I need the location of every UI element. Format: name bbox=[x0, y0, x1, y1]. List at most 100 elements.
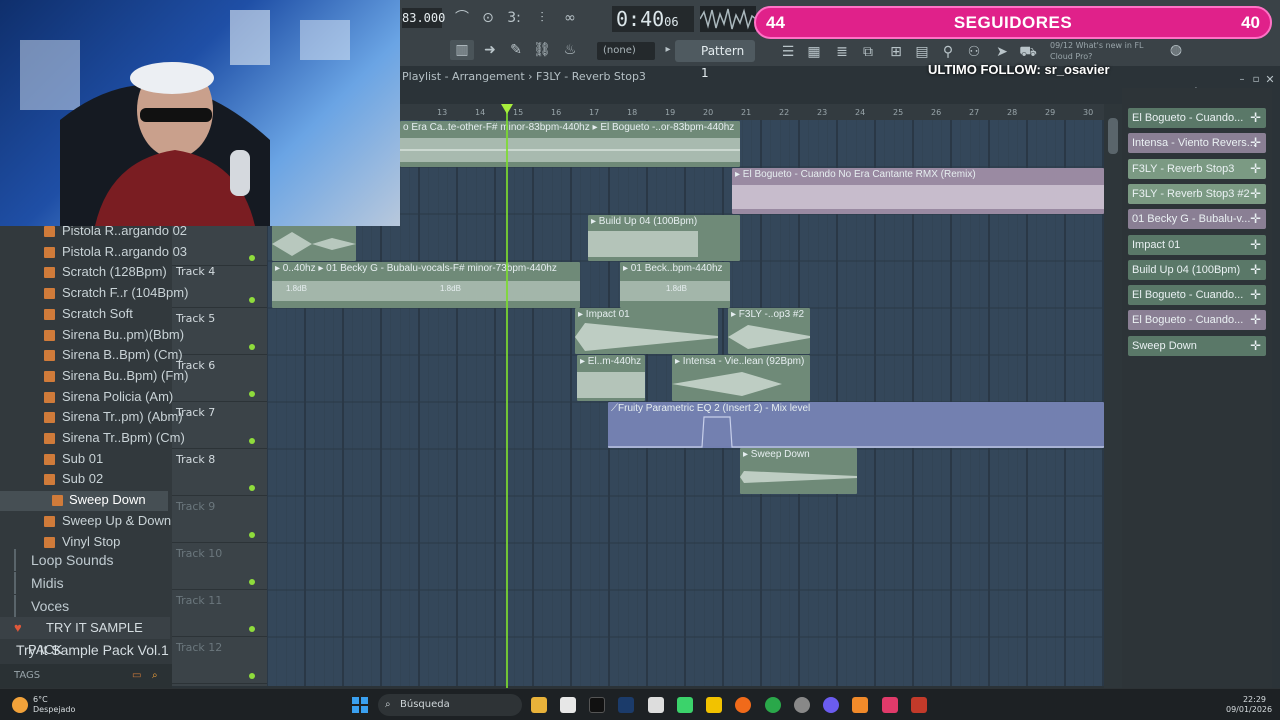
picker-item[interactable]: F3LY - Reverb Stop3 ✛ bbox=[1128, 158, 1266, 179]
obs-icon[interactable] bbox=[823, 697, 839, 713]
plugin-icon[interactable]: ⧉ bbox=[858, 42, 878, 62]
mute-led[interactable] bbox=[249, 391, 255, 397]
folder-icon[interactable]: ▭ bbox=[132, 664, 141, 688]
browser-item[interactable]: Sirena Bu..pm)(Bbm) bbox=[0, 326, 184, 346]
audio-clip[interactable]: ▸ Impact 01 bbox=[575, 308, 718, 354]
playlist-scrollbar[interactable] bbox=[1104, 104, 1122, 688]
mute-led[interactable] bbox=[249, 579, 255, 585]
step-edit-icon[interactable]: ⫶ bbox=[532, 8, 552, 28]
pencil-icon[interactable]: ✎ bbox=[506, 40, 526, 60]
audio-clip[interactable]: ▸ Sweep Down bbox=[740, 448, 857, 494]
mute-led[interactable] bbox=[249, 255, 255, 261]
audio-clip[interactable]: ▸ Build Up 04 (100Bpm) bbox=[588, 215, 740, 261]
picker-item[interactable]: El Bogueto - Cuando... ✛ bbox=[1128, 108, 1266, 128]
picker-item[interactable]: El Bogueto - Cuando... ✛ bbox=[1128, 310, 1266, 331]
sample-pack-folder[interactable]: Try It Sample Pack Vol.1 bbox=[0, 639, 170, 661]
browser-item[interactable]: Sirena B..Bpm) (Cm) bbox=[0, 346, 183, 366]
tiktok-icon[interactable] bbox=[589, 697, 605, 713]
audio-clip[interactable]: ▸ El..m-440hz bbox=[577, 355, 645, 401]
browser-item[interactable]: Sirena Tr..pm) (Abm) bbox=[0, 408, 183, 428]
mute-led[interactable] bbox=[249, 344, 255, 350]
firefox-icon[interactable] bbox=[735, 697, 751, 713]
mute-led[interactable] bbox=[249, 626, 255, 632]
search-icon[interactable]: ⌕ bbox=[152, 664, 158, 688]
app-green-icon[interactable] bbox=[677, 697, 693, 713]
track-header[interactable]: Track 9 bbox=[172, 497, 267, 543]
link-icon[interactable]: ⛓ bbox=[532, 40, 552, 60]
track-header[interactable]: Track 12 bbox=[172, 638, 267, 684]
browser-item[interactable]: Sirena Tr..Bpm) (Cm) bbox=[0, 429, 185, 449]
news-panel[interactable]: 09/12 What's new in FL Cloud Pro? bbox=[1050, 40, 1160, 62]
mixer-icon[interactable]: ≣ bbox=[832, 42, 852, 62]
track-header[interactable]: Track 7 bbox=[172, 403, 267, 449]
tags-bar[interactable]: TAGS ▭ ⌕ bbox=[0, 664, 172, 688]
arrow-icon[interactable]: ➜ bbox=[480, 40, 500, 60]
audio-clip[interactable]: ▸ F3LY -..op3 #2 bbox=[728, 308, 810, 354]
picker-item[interactable]: F3LY - Reverb Stop3 #2 ✛ bbox=[1128, 183, 1266, 204]
countdown-icon[interactable]: 3: bbox=[504, 8, 524, 28]
track-header[interactable]: Track 10 bbox=[172, 544, 267, 590]
piano-roll-icon[interactable]: ▥ bbox=[450, 40, 474, 60]
system-clock[interactable]: 22:29 09/01/2026 bbox=[1226, 695, 1272, 715]
browser-folder[interactable]: Loop Sounds bbox=[14, 549, 164, 571]
stamp-icon[interactable]: ♨ bbox=[560, 40, 580, 60]
tiktok-live-icon[interactable] bbox=[882, 697, 898, 713]
send-icon[interactable]: ➤ bbox=[992, 42, 1012, 62]
playhead-marker[interactable] bbox=[501, 104, 513, 114]
track-header[interactable]: Track 5 bbox=[172, 309, 267, 355]
snap-select[interactable]: (none) bbox=[597, 42, 655, 60]
tempo-display[interactable]: 83.000 bbox=[402, 8, 445, 28]
browser-item[interactable]: Scratch (128Bpm) bbox=[0, 263, 168, 283]
file-explorer-icon[interactable] bbox=[531, 697, 547, 713]
picker-item[interactable]: Intensa - Viento Revers... ✛ bbox=[1128, 133, 1266, 154]
globe-icon[interactable]: ◍ bbox=[1166, 40, 1186, 60]
app-icon[interactable] bbox=[648, 697, 664, 713]
browser-item[interactable]: Scratch F..r (104Bpm) bbox=[0, 284, 188, 304]
loop-record-icon[interactable]: ⊙ bbox=[478, 8, 498, 28]
picker-item[interactable]: Build Up 04 (100Bpm) ✛ bbox=[1128, 259, 1266, 280]
browser-folder[interactable]: Midis bbox=[14, 572, 164, 594]
metronome-icon[interactable]: ⌒ bbox=[452, 8, 472, 28]
channel-rack-icon[interactable]: ▦ bbox=[804, 42, 824, 62]
chrome-icon[interactable] bbox=[765, 697, 781, 713]
audio-clip[interactable]: ▸ Intensa - Vie..lean (92Bpm) bbox=[672, 355, 810, 401]
app-yellow-icon[interactable] bbox=[706, 697, 722, 713]
person-icon[interactable]: ⚇ bbox=[964, 42, 984, 62]
browser-folder[interactable]: Voces bbox=[14, 595, 164, 617]
cart-icon[interactable]: ⛟ bbox=[1018, 42, 1038, 62]
mute-led[interactable] bbox=[249, 438, 255, 444]
app-red-icon[interactable] bbox=[911, 697, 927, 713]
close-icon[interactable]: ✕ bbox=[1260, 70, 1280, 90]
mute-led[interactable] bbox=[249, 297, 255, 303]
browser-item[interactable]: Sub 02 bbox=[0, 470, 168, 490]
audio-clip[interactable]: o Era Ca..te-other-F# minor-83bpm-440hz … bbox=[400, 121, 740, 167]
steam-icon[interactable] bbox=[618, 697, 634, 713]
browser-item[interactable]: Sirena Bu..Bpm) (Fm) bbox=[0, 367, 188, 387]
track-header[interactable]: Track 11 bbox=[172, 591, 267, 637]
browser-item[interactable]: Sweep Up & Down bbox=[0, 512, 171, 532]
playhead[interactable] bbox=[506, 108, 508, 688]
mute-led[interactable] bbox=[249, 532, 255, 538]
sample-pack-header[interactable]: ♥ TRY IT SAMPLE PACK bbox=[0, 617, 170, 657]
weather-icon[interactable] bbox=[12, 697, 28, 713]
browser-item[interactable]: Scratch Soft bbox=[0, 305, 168, 325]
pattern-selector[interactable]: Pattern 1 bbox=[675, 40, 755, 80]
audio-clip[interactable]: ▸ 0..40hz ▸ 01 Becky G - Bubalu-vocals-F… bbox=[272, 262, 580, 308]
browser-item[interactable]: Sirena Policia (Am) bbox=[0, 388, 173, 408]
file-icon[interactable]: ▤ bbox=[912, 42, 932, 62]
browser-item[interactable]: Sub 01 bbox=[0, 450, 168, 470]
capcut-icon[interactable] bbox=[560, 697, 576, 713]
picker-item[interactable]: 01 Becky G - Bubalu-v... ✛ bbox=[1128, 209, 1266, 230]
blend-notes-icon[interactable]: ∞ bbox=[560, 8, 580, 28]
audio-clip[interactable]: ▸ 01 Beck..bpm-440hz 1.8dB bbox=[620, 262, 730, 308]
browser-item[interactable]: Sweep Down bbox=[0, 491, 168, 512]
pin-icon[interactable]: ⚲ bbox=[938, 42, 958, 62]
mute-led[interactable] bbox=[249, 673, 255, 679]
weather-widget[interactable]: 6°C Despejado bbox=[33, 695, 75, 715]
picker-item[interactable]: Impact 01 ✛ bbox=[1128, 234, 1266, 255]
automation-clip[interactable]: ⟋Fruity Parametric EQ 2 (Insert 2) - Mix… bbox=[608, 402, 1104, 448]
scroll-thumb[interactable] bbox=[1108, 118, 1118, 154]
playlist-icon[interactable]: ☰ bbox=[778, 42, 798, 62]
audio-clip[interactable]: ▸ El Bogueto - Cuando No Era Cantante RM… bbox=[732, 168, 1104, 214]
browser-icon[interactable]: ⊞ bbox=[886, 42, 906, 62]
